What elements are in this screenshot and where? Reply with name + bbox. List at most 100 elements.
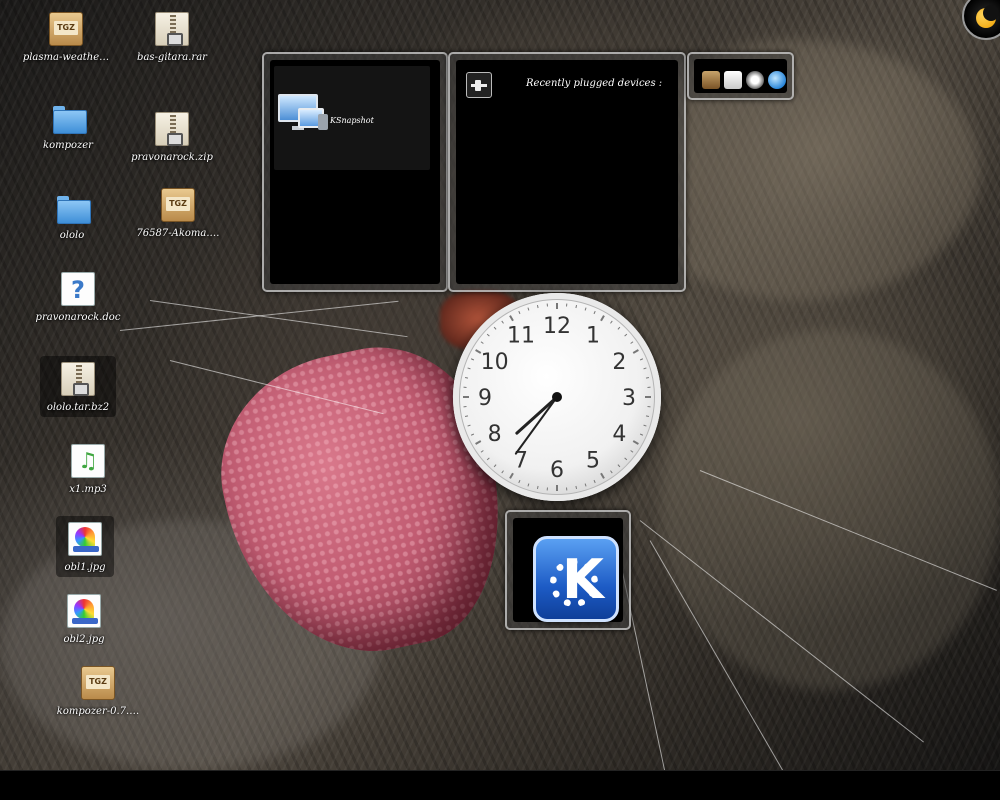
bottom-panel	[0, 770, 1000, 800]
clock-tick	[584, 307, 587, 311]
clock-tick	[632, 440, 639, 445]
desktop-icon-plasma-weather[interactable]: plasma-weathe…	[18, 12, 114, 63]
desktop-icon-label: obl2.jpg	[63, 634, 105, 645]
desktop-icon-label: ololo	[59, 230, 85, 241]
clock-tick	[610, 320, 613, 324]
clock-tick	[632, 349, 639, 354]
clock-tick	[630, 341, 634, 344]
clock-tick	[630, 450, 634, 453]
desktop-icon-ololo-tar[interactable]: ololo.tar.bz2	[40, 356, 116, 417]
desktop-icon-bas-gitara[interactable]: bas-gitara.rar	[124, 12, 220, 63]
clock-tick	[501, 320, 504, 324]
folder-icon	[55, 190, 91, 224]
kde-logo-widget: K	[505, 510, 631, 630]
clock-tick	[475, 440, 482, 445]
desktop-icon-x1-mp3[interactable]: x1.mp3	[40, 444, 136, 495]
clock-tick	[509, 472, 514, 479]
device-plug-icon	[466, 72, 492, 98]
clock-tick	[486, 333, 490, 337]
konqueror-icon[interactable]	[768, 71, 786, 89]
desktop-icon-kompozer-folder[interactable]: kompozer	[20, 100, 116, 151]
clock-tick	[617, 464, 621, 468]
clock-numeral: 9	[478, 386, 492, 411]
kde-logo-icon: K	[533, 536, 619, 622]
analog-clock-widget[interactable]: 12 1 2 3 4 5 6 7 8 9 10 11	[453, 293, 661, 501]
clock-tick	[464, 415, 469, 418]
clock-face: 12 1234567891011	[463, 303, 651, 491]
clock-tick	[518, 479, 521, 484]
clock-tick	[493, 326, 497, 330]
launcher-item-ksnapshot[interactable]: KSnapshot	[274, 66, 430, 170]
desktop-icon-label: kompozer	[43, 140, 93, 151]
tgz-archive-icon	[49, 12, 83, 46]
desktop-icon-label: pravonarock.doc	[35, 312, 121, 323]
clock-tick	[467, 424, 471, 427]
clock-tick	[600, 472, 605, 479]
unknown-document-icon	[61, 272, 95, 306]
clock-tick	[593, 479, 596, 484]
image-file-icon	[67, 594, 101, 628]
ksnapshot-icon	[278, 94, 328, 136]
desktop-icon-label: 76587-Akoma.…	[136, 228, 220, 239]
clock-numeral: 5	[586, 448, 600, 473]
quicklaunch-widget	[687, 52, 794, 100]
desktop-icon-obl2-jpg[interactable]: obl2.jpg	[36, 594, 132, 645]
clock-tick	[527, 483, 530, 487]
clock-tick	[624, 333, 628, 337]
desktop-icon-label: pravonarock.zip	[131, 152, 213, 163]
clock-tick	[501, 470, 504, 474]
desktop-icon-obl1-jpg[interactable]: obl1.jpg	[56, 516, 114, 577]
clock-numeral: 6	[550, 458, 564, 483]
clock-tick	[486, 457, 490, 461]
clock-tick	[593, 310, 596, 315]
desktop-icon-pravonarock-doc[interactable]: pravonarock.doc	[30, 272, 126, 323]
clock-tick	[467, 367, 471, 370]
tgz-archive-icon	[81, 666, 115, 700]
app-launcher-widget[interactable]: KSnapshot	[262, 52, 448, 292]
quicklaunch-panel	[694, 59, 787, 93]
clock-tick	[617, 326, 621, 330]
clock-tick	[575, 304, 578, 309]
clock-center-cap	[552, 392, 562, 402]
files-icon[interactable]	[724, 71, 742, 89]
tgz-archive-icon	[161, 188, 195, 222]
clock-minute-hand	[514, 396, 558, 455]
clock-tick	[600, 315, 605, 322]
audio-file-icon	[71, 444, 105, 478]
clock-numeral: 2	[612, 350, 626, 375]
clock-tick	[639, 358, 644, 361]
clock-tick	[584, 483, 587, 487]
clock-tick	[527, 307, 530, 311]
clock-tick	[480, 341, 484, 344]
clock-numeral: 3	[622, 386, 636, 411]
clock-tick	[536, 304, 539, 309]
clock-numeral: 4	[612, 422, 626, 447]
desktop-icon-label: kompozer-0.7.…	[56, 706, 140, 717]
device-notifier-title: Recently plugged devices :	[526, 78, 663, 89]
clock-hour-hand	[515, 395, 559, 435]
desktop-icon-ololo-folder[interactable]: ololo	[24, 190, 120, 241]
home-folder-icon[interactable]	[702, 71, 720, 89]
clock-tick	[643, 424, 647, 427]
clock-tick	[610, 470, 613, 474]
folder-icon	[51, 100, 87, 134]
network-icon[interactable]	[746, 71, 764, 89]
desktop-icon-label: obl1.jpg	[64, 562, 106, 573]
zip-archive-icon	[61, 362, 95, 396]
desktop-icon-kompozer-archive[interactable]: kompozer-0.7.…	[50, 666, 146, 717]
clock-tick	[639, 433, 644, 436]
clock-tick	[536, 485, 539, 490]
clock-numeral: 12	[543, 314, 571, 339]
device-notifier-widget[interactable]: Recently plugged devices :	[448, 52, 686, 292]
zip-archive-icon	[155, 12, 189, 46]
image-file-icon	[68, 522, 102, 556]
clock-tick	[518, 310, 521, 315]
clock-tick	[645, 376, 650, 379]
launcher-item-label: KSnapshot	[330, 116, 374, 125]
desktop-icon-akoma[interactable]: 76587-Akoma.…	[130, 188, 226, 239]
desktop-icon-pravonarock-zip[interactable]: pravonarock.zip	[124, 112, 220, 163]
desktop-icon-label: plasma-weathe…	[22, 52, 110, 63]
desktop-icon-label: ololo.tar.bz2	[46, 402, 110, 413]
app-launcher-panel: KSnapshot	[270, 60, 440, 284]
clock-numeral: 11	[507, 324, 535, 349]
